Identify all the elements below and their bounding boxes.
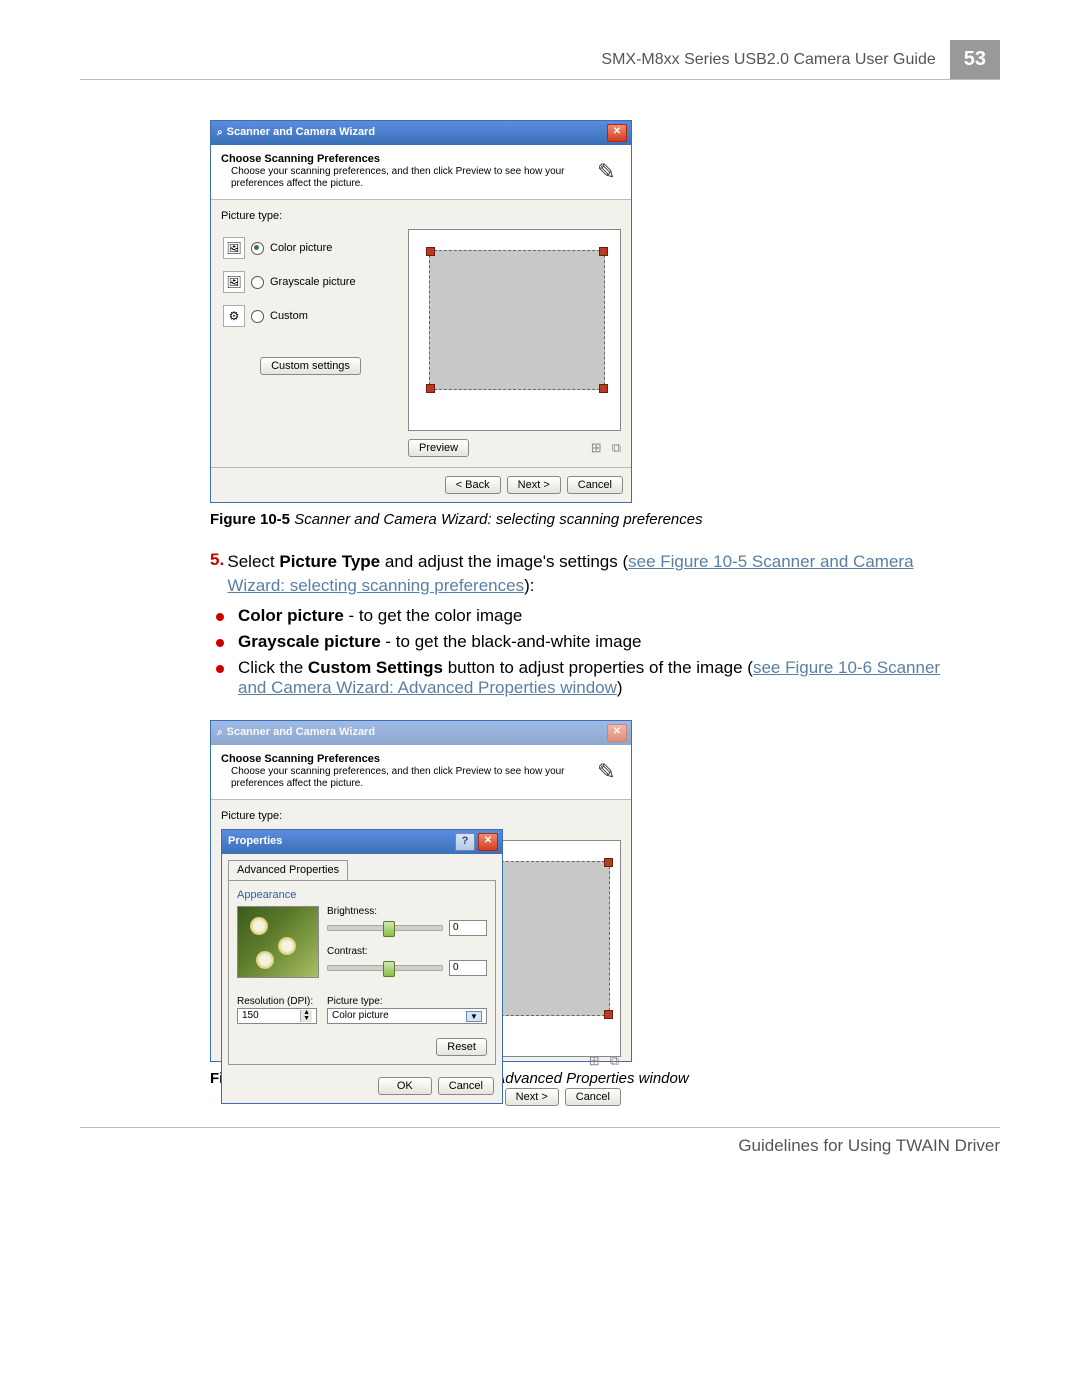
fit-icon[interactable]: ⧉: [610, 1053, 619, 1069]
radio-custom-label: Custom: [270, 310, 308, 323]
wizard-titlebar-inactive: ⌕ Scanner and Camera Wizard ✕: [211, 721, 631, 745]
gray-thumb-icon: 🖼: [223, 271, 245, 293]
scanner-icon: ⌕: [217, 727, 223, 739]
banner-title: Choose Scanning Preferences: [221, 753, 380, 765]
cancel-button[interactable]: Cancel: [565, 1088, 621, 1106]
picture-type-label: Picture type:: [221, 210, 621, 223]
next-button[interactable]: Next >: [505, 1088, 559, 1106]
resolution-spinner[interactable]: 150 ▲▼: [237, 1008, 317, 1024]
preview-button[interactable]: Preview: [408, 439, 469, 457]
page-header: SMX-M8xx Series USB2.0 Camera User Guide…: [80, 40, 1000, 80]
zoom-icon[interactable]: ⊞: [589, 1053, 600, 1069]
crop-handle[interactable]: [426, 247, 435, 256]
close-icon[interactable]: ✕: [607, 124, 627, 142]
figure-10-5-window: ⌕ Scanner and Camera Wizard ✕ Choose Sca…: [210, 120, 632, 503]
figure-10-5-caption: Figure 10-5 Scanner and Camera Wizard: s…: [210, 511, 950, 528]
bullet-grayscale: Grayscale picture - to get the black-and…: [238, 632, 950, 652]
crop-frame[interactable]: [429, 250, 605, 390]
banner-desc: Choose your scanning preferences, and th…: [221, 166, 592, 190]
cancel-button[interactable]: Cancel: [567, 476, 623, 494]
custom-settings-button[interactable]: Custom settings: [260, 357, 361, 375]
properties-title: Properties: [228, 835, 282, 848]
custom-thumb-icon: ⚙: [223, 305, 245, 327]
banner-title: Choose Scanning Preferences: [221, 153, 380, 165]
picture-type-dropdown-label: Picture type:: [327, 996, 487, 1008]
contrast-value[interactable]: 0: [449, 960, 487, 976]
close-icon[interactable]: ✕: [478, 833, 498, 851]
wizard-banner: Choose Scanning Preferences Choose your …: [211, 145, 631, 200]
step-number: 5.: [210, 550, 227, 598]
ok-button[interactable]: OK: [378, 1077, 432, 1095]
wizard-banner: Choose Scanning Preferences Choose your …: [211, 745, 631, 800]
preview-area: [408, 229, 621, 431]
chevron-down-icon[interactable]: ▼: [466, 1011, 482, 1023]
wizard-title: Scanner and Camera Wizard: [227, 126, 375, 139]
preview-thumbnail: [237, 906, 319, 978]
contrast-label: Contrast:: [327, 946, 487, 958]
close-icon[interactable]: ✕: [607, 724, 627, 742]
resolution-label: Resolution (DPI):: [237, 996, 317, 1008]
contrast-slider[interactable]: [327, 965, 443, 971]
camera-icon: ✎: [592, 153, 621, 191]
radio-custom[interactable]: [251, 310, 264, 323]
doc-title: SMX-M8xx Series USB2.0 Camera User Guide: [601, 43, 949, 77]
tab-advanced-properties[interactable]: Advanced Properties: [228, 860, 348, 880]
crop-handle[interactable]: [599, 247, 608, 256]
radio-grayscale-label: Grayscale picture: [270, 276, 356, 289]
figure-10-6-window: ⌕ Scanner and Camera Wizard ✕ Choose Sca…: [210, 720, 632, 1062]
properties-dialog: Properties ? ✕ Advanced Properties Appea…: [221, 829, 503, 1104]
bullet-color: Color picture - to get the color image: [238, 606, 950, 626]
picture-type-label: Picture type:: [221, 810, 621, 823]
crop-handle[interactable]: [604, 1010, 613, 1019]
reset-button[interactable]: Reset: [436, 1038, 487, 1056]
brightness-label: Brightness:: [327, 906, 487, 918]
banner-desc: Choose your scanning preferences, and th…: [221, 766, 592, 790]
brightness-value[interactable]: 0: [449, 920, 487, 936]
brightness-slider[interactable]: [327, 925, 443, 931]
back-button[interactable]: < Back: [445, 476, 501, 494]
wizard-title: Scanner and Camera Wizard: [227, 726, 375, 739]
fit-icon[interactable]: ⧉: [612, 440, 621, 456]
page-number: 53: [950, 40, 1000, 79]
next-button[interactable]: Next >: [507, 476, 561, 494]
radio-color[interactable]: [251, 242, 264, 255]
radio-grayscale[interactable]: [251, 276, 264, 289]
cancel-button[interactable]: Cancel: [438, 1077, 494, 1095]
zoom-icon[interactable]: ⊞: [591, 440, 602, 456]
color-thumb-icon: 🖼: [223, 237, 245, 259]
scanner-icon: ⌕: [217, 127, 223, 139]
appearance-label: Appearance: [237, 889, 487, 902]
crop-handle[interactable]: [599, 384, 608, 393]
spinner-icon[interactable]: ▲▼: [300, 1010, 312, 1022]
help-icon[interactable]: ?: [455, 833, 475, 851]
bullet-custom: Click the Custom Settings button to adju…: [238, 658, 950, 698]
step-5: 5. Select Picture Type and adjust the im…: [210, 550, 950, 598]
crop-handle[interactable]: [604, 858, 613, 867]
wizard-titlebar: ⌕ Scanner and Camera Wizard ✕: [211, 121, 631, 145]
radio-color-label: Color picture: [270, 242, 332, 255]
picture-type-dropdown[interactable]: Color picture ▼: [327, 1008, 487, 1024]
crop-handle[interactable]: [426, 384, 435, 393]
page-footer: Guidelines for Using TWAIN Driver: [80, 1127, 1000, 1156]
camera-icon: ✎: [592, 753, 621, 791]
